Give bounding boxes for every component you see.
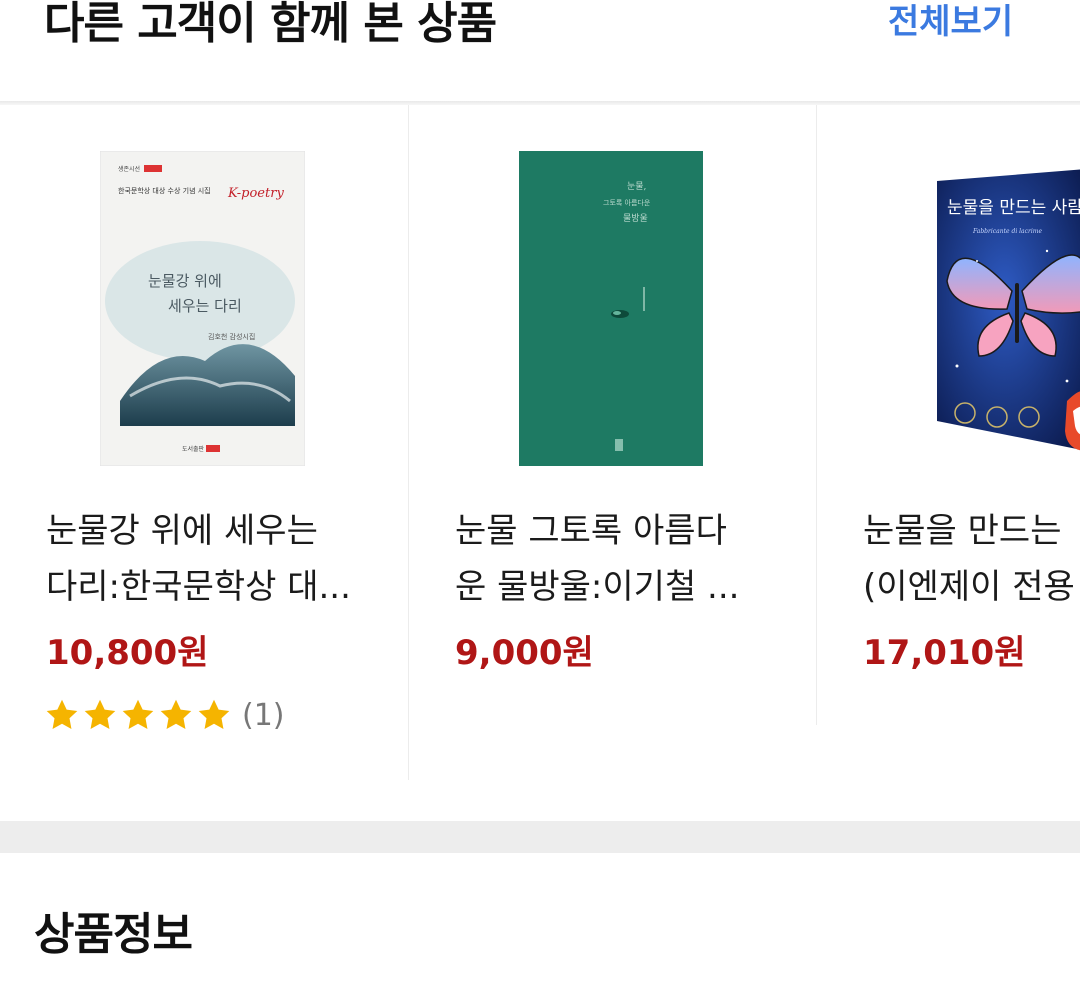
cover-title-text: 눈물을 만드는 사람: [947, 198, 1080, 218]
book-cover-image[interactable]: 생존시선 한국문학상 대상 수상 기념 시집 K-poetry 눈물강 위에 세…: [100, 151, 305, 466]
product-card[interactable]: 생존시선 한국문학상 대상 수상 기념 시집 K-poetry 눈물강 위에 세…: [0, 105, 408, 780]
star-icon: [84, 699, 116, 729]
star-icon: [160, 699, 192, 729]
cover-author-text: 김호천 감성시집: [208, 332, 255, 341]
section-title-together-viewed: 다른 고객이 함께 본 상품: [44, 0, 497, 49]
rating: (1): [44, 697, 285, 733]
book-cover-image[interactable]: 눈물을 만드는 사람 Fabbricante di lacrime: [917, 151, 1080, 471]
product-title-line2: 다리:한국문학상 대...: [46, 567, 351, 607]
product-title[interactable]: 눈물강 위에 세우는 다리:한국문학상 대...: [46, 503, 376, 615]
product-title-line2: 운 물방울:이기철 ...: [455, 567, 740, 607]
product-title-line1: 눈물 그토록 아름다: [455, 511, 727, 551]
product-carousel[interactable]: 생존시선 한국문학상 대상 수상 기념 시집 K-poetry 눈물강 위에 세…: [0, 105, 1080, 820]
review-count: (1): [242, 697, 285, 733]
star-icon: [198, 699, 230, 729]
view-all-link[interactable]: 전체보기: [888, 0, 1013, 44]
cover-title-line1: 눈물강 위에: [148, 272, 222, 290]
star-icon: [122, 699, 154, 729]
product-price: 10,800원: [46, 633, 209, 673]
cover-title-line2: 세우는 다리: [168, 297, 242, 315]
book-cover-image[interactable]: 눈물, 그토록 아름다운 물방울: [519, 151, 703, 466]
product-title-line1: 눈물강 위에 세우는: [46, 511, 318, 551]
svg-text:생존시선: 생존시선: [118, 165, 140, 173]
cover-series-text: 한국문학상 대상 수상 기념 시집: [118, 186, 211, 195]
section-separator: [0, 821, 1080, 853]
cover-badge-text: K-poetry: [227, 186, 284, 201]
cover-title-line3: 물방울: [623, 213, 648, 224]
cover-publisher-text: 도서출판: [182, 445, 205, 453]
product-price: 17,010원: [863, 633, 1026, 673]
product-title-line2: (이엔제이 전용: [863, 567, 1075, 607]
product-card[interactable]: 눈물, 그토록 아름다운 물방울 눈물 그토록 아름다 운 물방울:이기철 ..…: [408, 105, 817, 780]
star-icon: [46, 699, 78, 729]
section-header: 다른 고객이 함께 본 상품 전체보기: [0, 0, 1080, 105]
product-price: 9,000원: [455, 633, 594, 673]
product-title-line1: 눈물을 만드는: [863, 511, 1062, 551]
cover-title-line1: 눈물,: [627, 181, 646, 192]
product-card[interactable]: 눈물을 만드는 사람 Fabbricante di lacrime 눈물을 만드…: [816, 105, 1080, 725]
cover-title-line2: 그토록 아름다운: [603, 198, 651, 207]
cover-subtitle-text: Fabbricante di lacrime: [972, 228, 1042, 235]
product-title[interactable]: 눈물 그토록 아름다 운 물방울:이기철 ...: [455, 503, 785, 615]
product-info-heading: 상품정보: [34, 909, 193, 960]
product-title[interactable]: 눈물을 만드는 (이엔제이 전용: [863, 503, 1080, 615]
